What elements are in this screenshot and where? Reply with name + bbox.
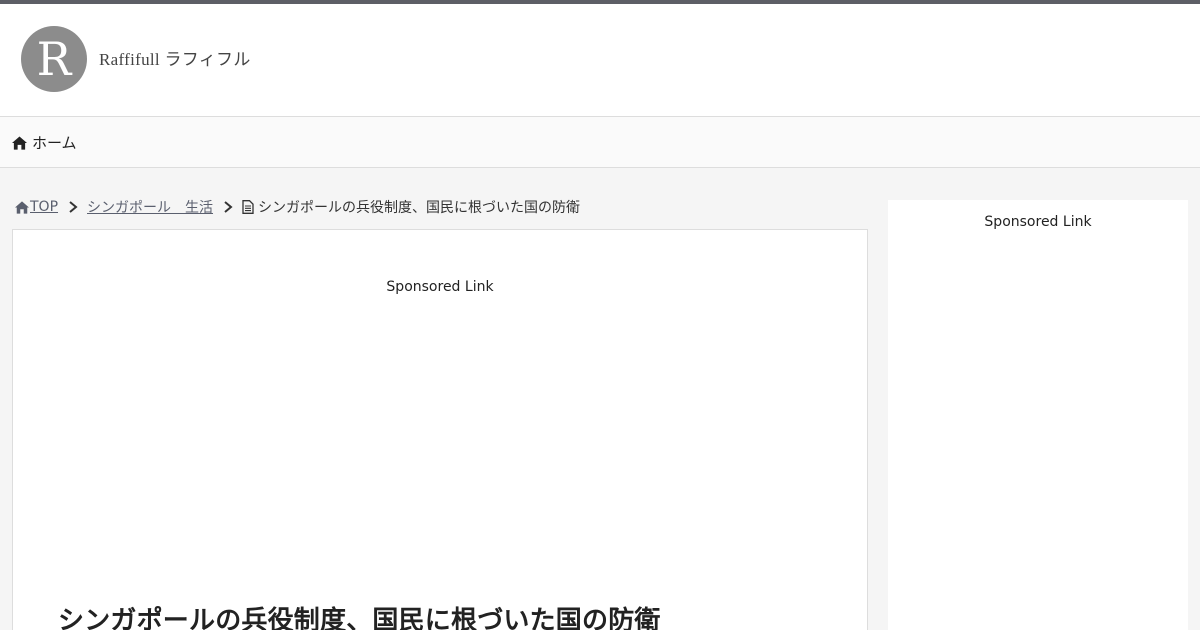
breadcrumb-category-link[interactable]: シンガポール 生活 bbox=[87, 197, 213, 217]
logo-icon: R bbox=[21, 26, 87, 92]
breadcrumb: TOP シンガポール 生活 シンガポールの兵役制度、国民に根づいた国の防衛 bbox=[15, 197, 580, 217]
site-logo-link[interactable]: R Raffifull ラフィフル bbox=[21, 26, 251, 92]
chevron-right-icon bbox=[224, 201, 233, 213]
site-name: Raffifull ラフィフル bbox=[99, 49, 251, 69]
home-icon bbox=[12, 135, 27, 150]
breadcrumb-category-label: シンガポール 生活 bbox=[87, 200, 214, 216]
site-header: R Raffifull ラフィフル bbox=[0, 4, 1200, 117]
global-nav: ホーム bbox=[0, 117, 1200, 168]
sponsored-link-label: Sponsored Link bbox=[386, 279, 494, 295]
chevron-right-icon bbox=[69, 201, 78, 213]
home-icon bbox=[15, 200, 29, 214]
nav-home-label: ホーム bbox=[32, 134, 77, 152]
sidebar-sponsored-link-label: Sponsored Link bbox=[984, 214, 1092, 230]
breadcrumb-current: シンガポールの兵役制度、国民に根づいた国の防衛 bbox=[242, 197, 580, 217]
breadcrumb-top-link[interactable]: TOP bbox=[15, 199, 58, 215]
article-title: シンガポールの兵役制度、国民に根づいた国の防衛 bbox=[58, 606, 661, 630]
document-icon bbox=[242, 200, 254, 214]
sidebar: Sponsored Link bbox=[888, 200, 1188, 630]
logo-letter: R bbox=[36, 32, 72, 86]
article-main: Sponsored Link シンガポールの兵役制度、国民に根づいた国の防衛 bbox=[12, 229, 868, 630]
nav-item-home[interactable]: ホーム bbox=[12, 117, 77, 168]
breadcrumb-top-label: TOP bbox=[30, 199, 59, 215]
breadcrumb-current-label: シンガポールの兵役制度、国民に根づいた国の防衛 bbox=[258, 200, 581, 216]
